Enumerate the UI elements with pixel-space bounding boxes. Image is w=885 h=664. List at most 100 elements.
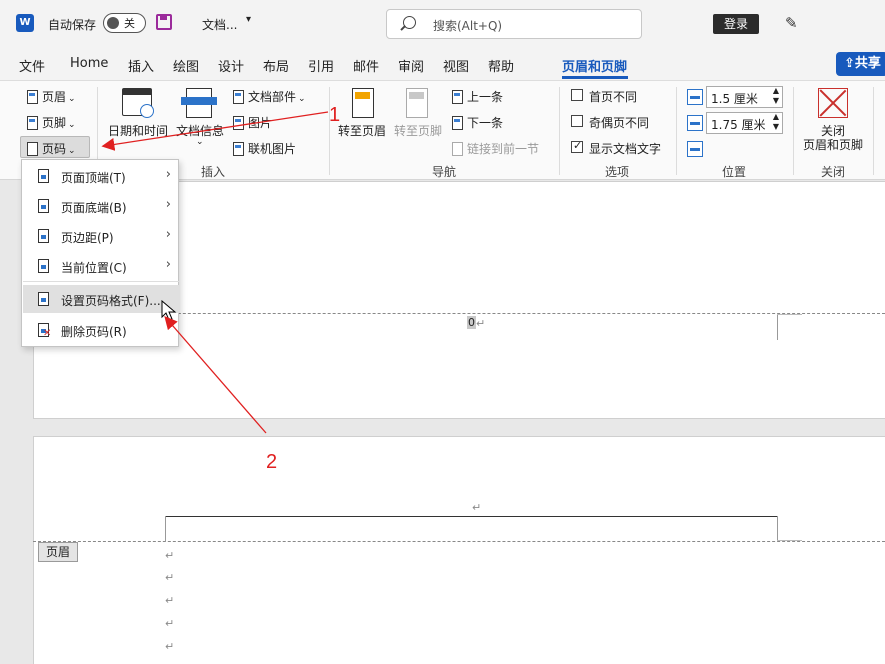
- share-button[interactable]: ⇪共享: [836, 52, 885, 76]
- show-document-text-checkbox[interactable]: [571, 139, 583, 153]
- spin-arrows-icon[interactable]: ▲ ▼: [773, 86, 779, 106]
- picture-icon: [233, 116, 244, 130]
- menu-item-bottom-of-page[interactable]: 页面底端(B) ›: [23, 192, 179, 220]
- menu-item-current-position[interactable]: 当前位置(C) ›: [23, 252, 179, 280]
- save-icon[interactable]: [156, 14, 172, 30]
- tab-insert[interactable]: 插入: [128, 56, 154, 75]
- pen-icon[interactable]: ✎: [785, 14, 798, 32]
- quick-parts-button[interactable]: 文档部件 ⌄: [233, 88, 306, 105]
- link-previous-button: 链接到前一节: [452, 140, 539, 157]
- margin-guide: [777, 516, 778, 541]
- menu-item-page-margins[interactable]: 页边距(P) ›: [23, 222, 179, 250]
- tab-draw[interactable]: 绘图: [173, 56, 199, 75]
- word-logo-icon: W: [16, 14, 34, 32]
- menu-separator: [23, 281, 179, 282]
- tab-file[interactable]: 文件: [19, 56, 45, 75]
- paragraph-mark: ↵: [165, 571, 175, 584]
- tab-review[interactable]: 审阅: [398, 56, 424, 75]
- next-label: 下一条: [467, 116, 504, 130]
- group-separator: [329, 87, 330, 175]
- menu-item-top-of-page[interactable]: 页面顶端(T) ›: [23, 162, 179, 190]
- goto-header-button[interactable]: 转至页眉: [338, 122, 386, 139]
- chevron-down-icon: ⌄: [68, 94, 76, 104]
- title-bar: W 自动保存 关 文档... ▾ 搜索(Alt+Q) 登录 ✎: [0, 0, 885, 48]
- tab-help[interactable]: 帮助: [488, 56, 514, 75]
- margin-guide: [777, 314, 778, 340]
- margin-guide: [777, 314, 802, 315]
- paragraph-mark: ↵: [165, 594, 175, 607]
- tab-view[interactable]: 视图: [443, 56, 469, 75]
- delete-x-icon: ✕: [43, 328, 52, 339]
- page-number-button[interactable]: 页码 ⌄: [27, 140, 76, 157]
- online-picture-button[interactable]: 联机图片: [233, 140, 296, 157]
- search-input[interactable]: 搜索(Alt+Q): [386, 9, 642, 39]
- tab-header-footer[interactable]: 页眉和页脚: [562, 56, 627, 75]
- login-button[interactable]: 登录: [713, 14, 759, 34]
- picture-button[interactable]: 图片: [233, 114, 272, 131]
- tab-mailings[interactable]: 邮件: [353, 56, 379, 75]
- margin-guide: [165, 516, 166, 541]
- close-header-footer-icon[interactable]: [818, 88, 848, 118]
- current-position-icon: [38, 259, 49, 273]
- share-icon: ⇪: [844, 56, 855, 71]
- menu-item-label: 设置页码格式(F)...: [61, 294, 161, 308]
- mouse-cursor-icon: [161, 300, 177, 321]
- tab-layout[interactable]: 布局: [263, 56, 289, 75]
- document-info-icon[interactable]: [181, 88, 217, 118]
- link-icon: [452, 142, 463, 156]
- page-number-field[interactable]: 0: [467, 316, 476, 329]
- header-position-icon: [687, 89, 703, 105]
- next-button[interactable]: 下一条: [452, 114, 503, 131]
- different-first-label: 首页不同: [589, 90, 638, 104]
- footer-label: 页脚: [42, 116, 67, 130]
- link-previous-label: 链接到前一节: [467, 142, 540, 156]
- different-first-checkbox[interactable]: [571, 89, 583, 101]
- paragraph-mark: ↵: [165, 549, 175, 562]
- tab-home[interactable]: Home: [70, 56, 108, 71]
- previous-icon: [452, 90, 463, 104]
- page-number-menu: 页面顶端(T) › 页面底端(B) › 页边距(P) › 当前位置(C) › 设…: [21, 159, 179, 347]
- goto-header-icon[interactable]: [352, 88, 374, 118]
- header-top-value: 1.5 厘米: [711, 92, 758, 106]
- previous-button[interactable]: 上一条: [452, 88, 503, 105]
- menu-item-remove-page-numbers[interactable]: ✕ 删除页码(R): [23, 316, 179, 344]
- document-title[interactable]: 文档...: [202, 16, 237, 33]
- page-margin-icon: [38, 229, 49, 243]
- footer-icon: [27, 116, 38, 130]
- chevron-down-icon[interactable]: ⌄: [196, 137, 204, 147]
- paragraph-mark: ↵: [165, 617, 175, 630]
- datetime-button[interactable]: 日期和时间: [108, 122, 168, 139]
- tab-design[interactable]: 设计: [218, 56, 244, 75]
- header-button[interactable]: 页眉 ⌄: [27, 88, 76, 105]
- picture-label: 图片: [248, 116, 273, 130]
- insert-alignment-tab-icon[interactable]: [687, 141, 703, 157]
- goto-footer-button: 转至页脚: [394, 124, 443, 138]
- header-boundary: [33, 541, 885, 542]
- spin-arrows-icon[interactable]: ▲ ▼: [773, 112, 779, 132]
- document-page-2[interactable]: [33, 436, 885, 664]
- chevron-right-icon: ›: [165, 257, 171, 272]
- menu-item-format-page-numbers[interactable]: 设置页码格式(F)...: [23, 285, 179, 313]
- group-label-navigation: 导航: [432, 165, 457, 179]
- odd-even-label: 奇偶页不同: [589, 116, 650, 130]
- group-separator: [676, 87, 677, 175]
- page-number-label: 页码: [42, 142, 67, 156]
- clock-icon: [140, 104, 154, 118]
- footer-button[interactable]: 页脚 ⌄: [27, 114, 76, 131]
- footer-bottom-field[interactable]: 1.75 厘米 ▲ ▼: [706, 112, 783, 134]
- group-label-close: 关闭: [821, 165, 846, 179]
- close-label-line2[interactable]: 页眉和页脚: [803, 136, 863, 153]
- menu-item-label: 当前位置(C): [61, 261, 127, 275]
- tab-references[interactable]: 引用: [308, 56, 334, 75]
- odd-even-checkbox[interactable]: [571, 115, 583, 127]
- format-page-number-icon: [38, 292, 49, 306]
- quick-parts-label: 文档部件: [248, 90, 297, 104]
- autosave-label: 自动保存: [48, 18, 97, 32]
- paragraph-mark: ↵: [476, 317, 486, 330]
- autosave-toggle[interactable]: 关: [103, 13, 146, 33]
- header-top-field[interactable]: 1.5 厘米 ▲ ▼: [706, 86, 783, 108]
- menu-item-label: 页面顶端(T): [61, 171, 126, 185]
- menu-item-label: 页边距(P): [61, 231, 114, 245]
- chevron-down-icon[interactable]: ▾: [246, 14, 251, 25]
- menu-item-label: 页面底端(B): [61, 201, 127, 215]
